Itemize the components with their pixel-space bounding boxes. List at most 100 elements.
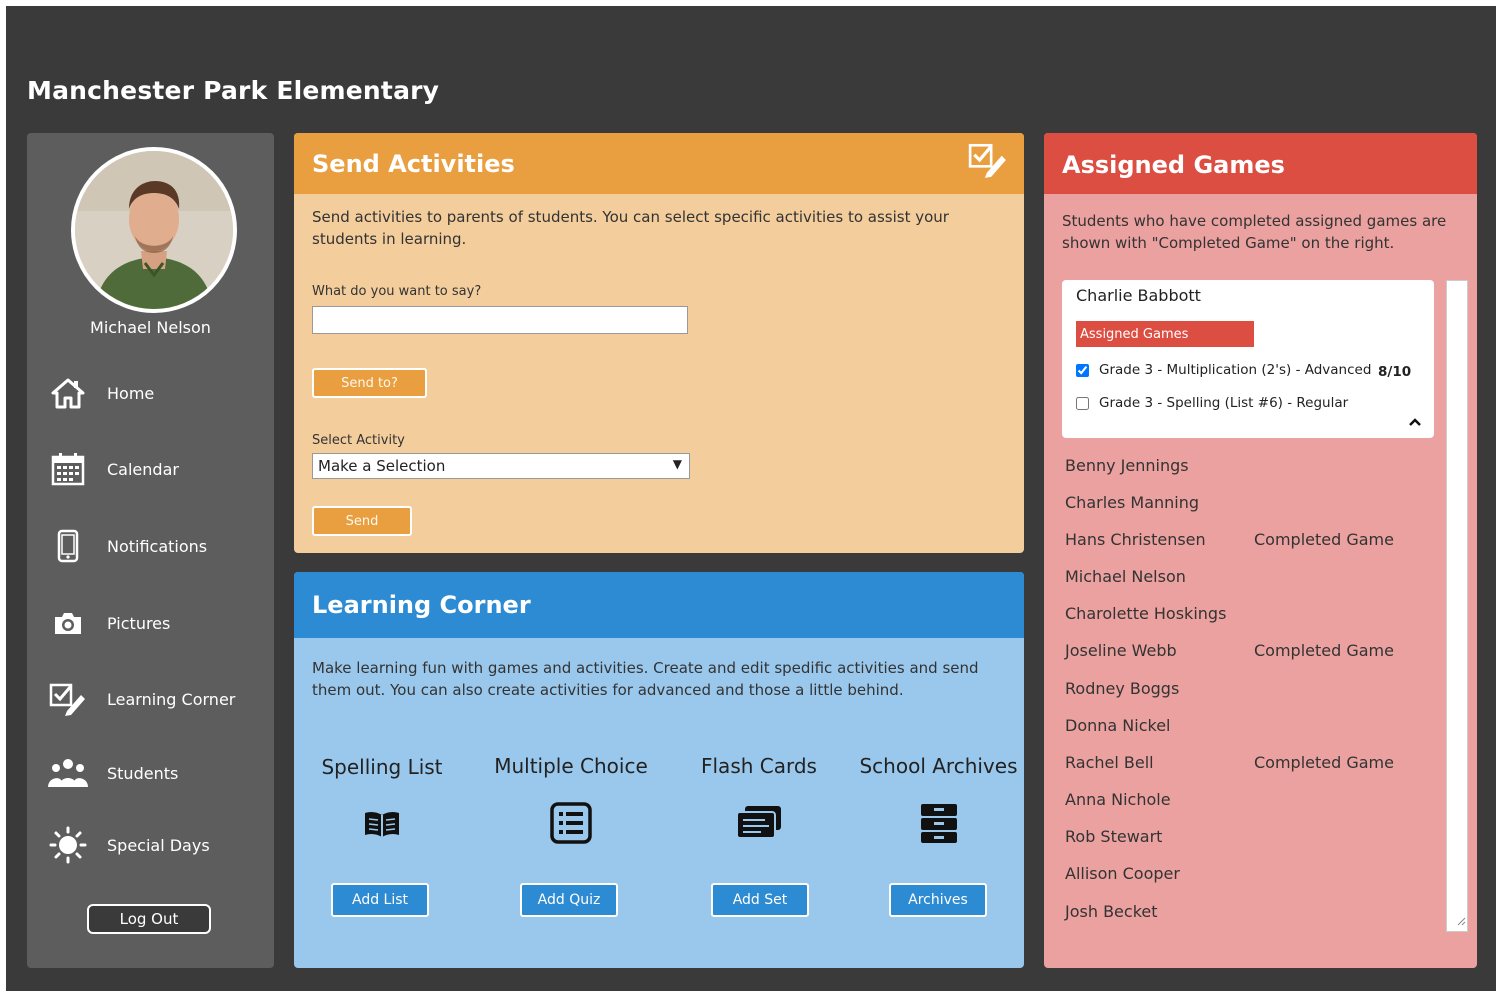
panel-header: Send Activities — [294, 133, 1024, 194]
game-label: Grade 3 - Spelling (List #6) - Regular — [1099, 395, 1349, 411]
student-row[interactable]: Rob Stewart — [1065, 827, 1425, 849]
sidebar-item-label: Pictures — [107, 613, 171, 633]
learning-corner-panel: Learning Corner Make learning fun with g… — [294, 572, 1024, 968]
activity-select-value: Make a Selection — [318, 457, 446, 475]
panel-description: Send activities to parents of students. … — [312, 208, 949, 248]
tool-title: Spelling List — [321, 755, 443, 779]
sidebar-item-label: Home — [107, 383, 155, 403]
sidebar-item-students[interactable]: Students — [47, 753, 267, 793]
game-checkbox[interactable] — [1076, 396, 1089, 410]
send-to-button[interactable]: Send to? — [312, 368, 427, 398]
student-name: Hans Christensen — [1065, 530, 1206, 549]
app-window: Manchester Park Elementary Michael Nelso… — [6, 6, 1496, 991]
tool-title: School Archives — [859, 754, 1018, 778]
archives-button[interactable]: Archives — [889, 883, 987, 917]
sidebar-item-pictures[interactable]: Pictures — [47, 603, 267, 643]
student-status: Completed Game — [1254, 530, 1394, 549]
student-name: Allison Cooper — [1065, 864, 1180, 883]
sidebar: Michael Nelson Home Calendar Notificatio… — [27, 133, 274, 968]
sidebar-item-home[interactable]: Home — [47, 373, 267, 413]
game-label: Grade 3 - Multiplication (2's) - Advance… — [1099, 362, 1372, 378]
cards-icon — [684, 804, 834, 840]
student-row[interactable]: Allison Cooper — [1065, 864, 1425, 886]
logout-button[interactable]: Log Out — [87, 904, 211, 934]
sidebar-item-label: Students — [107, 763, 179, 783]
sidebar-item-special-days[interactable]: Special Days — [47, 825, 267, 865]
sidebar-item-label: Calendar — [107, 459, 179, 479]
assigned-games-badge: Assigned Games — [1076, 321, 1254, 347]
panel-description: Students who have completed assigned gam… — [1062, 212, 1447, 252]
tool-title: Flash Cards — [701, 754, 817, 778]
activity-select[interactable]: Make a Selection ▼ — [312, 453, 690, 479]
camera-icon — [47, 603, 89, 643]
sidebar-item-notifications[interactable]: Notifications — [47, 526, 267, 566]
archive-icon — [856, 802, 1021, 844]
assigned-games-panel: Assigned Games Students who have complet… — [1044, 133, 1477, 968]
panel-description: Make learning fun with games and activit… — [312, 659, 979, 699]
sidebar-item-learning-corner[interactable]: Learning Corner — [47, 679, 267, 719]
student-name: Anna Nichole — [1065, 790, 1171, 809]
student-name: Rachel Bell — [1065, 753, 1154, 772]
panel-title: Learning Corner — [312, 591, 531, 619]
student-name: Donna Nickel — [1065, 716, 1171, 735]
user-name: Michael Nelson — [90, 318, 211, 337]
game-row: Grade 3 - Multiplication (2's) - Advance… — [1076, 362, 1371, 378]
student-name: Joseline Webb — [1065, 641, 1177, 660]
sidebar-item-label: Learning Corner — [107, 689, 236, 709]
game-score: 8/10 — [1378, 364, 1412, 380]
student-name: Rob Stewart — [1065, 827, 1163, 846]
student-status: Completed Game — [1254, 753, 1394, 772]
student-row[interactable]: Charolette Hoskings — [1065, 604, 1425, 626]
avatar — [71, 147, 237, 313]
student-name: Charles Manning — [1065, 493, 1200, 512]
page-title: Manchester Park Elementary — [27, 76, 440, 105]
add-set-button[interactable]: Add Set — [711, 883, 809, 917]
tool-flash-cards: Flash Cards — [684, 754, 834, 840]
send-button[interactable]: Send — [312, 506, 412, 536]
student-name: Benny Jennings — [1065, 456, 1189, 475]
sidebar-item-calendar[interactable]: Calendar — [47, 449, 267, 489]
message-input[interactable] — [312, 306, 688, 334]
student-name: Charlie Babbott — [1076, 286, 1201, 305]
student-name: Charolette Hoskings — [1065, 604, 1227, 623]
tool-school-archives: School Archives — [856, 754, 1021, 844]
sun-icon — [47, 825, 89, 865]
book-icon — [308, 809, 456, 839]
student-card-expanded[interactable]: Charlie Babbott Assigned Games Grade 3 -… — [1062, 280, 1434, 438]
sidebar-item-label: Notifications — [107, 536, 208, 556]
tool-multiple-choice: Multiple Choice — [486, 754, 656, 844]
tool-spelling-list: Spelling List — [308, 755, 456, 839]
student-row[interactable]: Hans Christensen Completed Game — [1065, 530, 1425, 552]
student-row[interactable]: Rachel Bell Completed Game — [1065, 753, 1425, 775]
resize-grip-icon — [1456, 911, 1466, 930]
select-activity-label: Select Activity — [312, 433, 405, 448]
add-list-button[interactable]: Add List — [331, 883, 429, 917]
message-label: What do you want to say? — [312, 284, 482, 299]
student-name: Michael Nelson — [1065, 567, 1186, 586]
student-row[interactable]: Anna Nichole — [1065, 790, 1425, 812]
add-quiz-button[interactable]: Add Quiz — [520, 883, 618, 917]
list-icon — [486, 802, 656, 844]
student-row[interactable]: Michael Nelson — [1065, 567, 1425, 589]
list-scrollbar[interactable] — [1446, 280, 1468, 932]
panel-title: Assigned Games — [1062, 151, 1285, 179]
sidebar-item-label: Special Days — [107, 835, 210, 855]
student-row[interactable]: Rodney Boggs — [1065, 679, 1425, 701]
panel-header: Assigned Games — [1044, 133, 1477, 194]
student-row[interactable]: Josh Becket — [1065, 902, 1425, 924]
send-activities-panel: Send Activities Send activities to paren… — [294, 133, 1024, 553]
student-status: Completed Game — [1254, 641, 1394, 660]
edit-check-icon — [47, 679, 89, 719]
student-name: Rodney Boggs — [1065, 679, 1180, 698]
phone-icon — [47, 526, 89, 566]
student-row[interactable]: Charles Manning — [1065, 493, 1425, 515]
student-row[interactable]: Donna Nickel — [1065, 716, 1425, 738]
student-row[interactable]: Joseline Webb Completed Game — [1065, 641, 1425, 663]
home-icon — [47, 373, 89, 413]
panel-title: Send Activities — [312, 150, 515, 178]
edit-check-icon — [968, 141, 1008, 183]
game-checkbox[interactable] — [1076, 363, 1089, 377]
collapse-icon[interactable] — [1408, 412, 1422, 431]
student-row[interactable]: Benny Jennings — [1065, 456, 1425, 478]
students-icon — [47, 753, 89, 793]
